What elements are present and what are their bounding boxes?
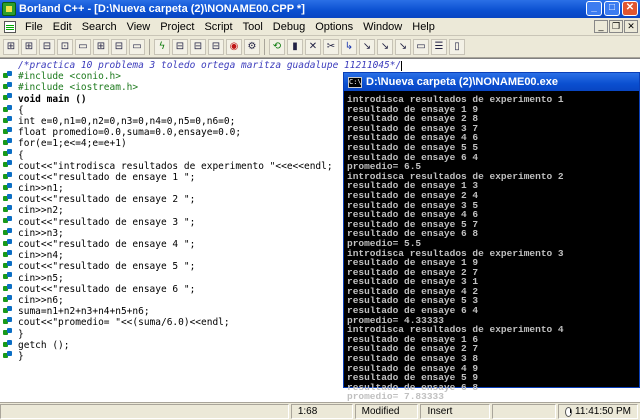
step-over-icon[interactable]: ↘ (359, 38, 375, 55)
console-lines: introdisca resultados de experimento 1 re… (347, 95, 639, 402)
bp-marker-icon (3, 295, 13, 304)
stop-icon[interactable]: ◉ (226, 38, 242, 55)
toolbar: ⊞ ⊞ ⊟ ⊡ ▭ ⊞ ⊟ ▭ ϟ ⊟ ⊟ ⊟ ◉ ⚙ ⟲ ▮ ✕ ✂ ↳ ↘ … (0, 36, 640, 58)
evaluate-icon[interactable]: ↘ (395, 38, 411, 55)
paste-icon[interactable]: ▭ (129, 38, 145, 55)
menu-edit[interactable]: Edit (48, 21, 77, 33)
undo-icon[interactable]: ⟲ (269, 38, 285, 55)
maximize-button[interactable]: □ (604, 1, 620, 16)
bp-marker-icon (3, 272, 13, 281)
console-icon[interactable]: C:\ (348, 76, 362, 88)
console-title-bar[interactable]: C:\ D:\Nueva carpeta (2)\NONAME00.exe (344, 73, 639, 91)
bp-marker-icon (3, 351, 13, 360)
menu-bar: File Edit Search View Project Script Too… (0, 18, 640, 36)
bp-marker-icon (3, 105, 13, 114)
bp-marker-icon (3, 116, 13, 125)
bp-marker-icon (3, 228, 13, 237)
toolbar-separator (264, 38, 265, 55)
code-line-text: /*practica 10 problema 3 toledo ortega m… (18, 60, 402, 71)
bp-marker-icon (3, 250, 13, 259)
step-icon[interactable]: ▮ (287, 38, 303, 55)
document-icon[interactable] (4, 20, 16, 33)
bp-marker-icon (3, 149, 13, 158)
bp-marker-icon (3, 160, 13, 169)
window-controls: _ □ ✕ (586, 1, 638, 16)
text-caret (401, 60, 403, 71)
clock-icon (565, 406, 573, 417)
bp-marker-icon (3, 328, 13, 337)
menu-window[interactable]: Window (358, 21, 407, 33)
trace-icon[interactable]: ✂ (323, 38, 339, 55)
print-icon[interactable]: ▭ (75, 38, 91, 55)
menu-options[interactable]: Options (310, 21, 358, 33)
cursor-position: 1:68 (290, 404, 353, 419)
breakpoint-icon[interactable]: ✕ (305, 38, 321, 55)
menu-project[interactable]: Project (155, 21, 199, 33)
bp-marker-icon (3, 127, 13, 136)
mdi-controls: _ ❐ ✕ (594, 20, 638, 33)
editor-gutter (0, 59, 16, 402)
minimize-button[interactable]: _ (586, 1, 602, 16)
bp-marker-icon (3, 183, 13, 192)
bp-marker-icon (3, 216, 13, 225)
menu-script[interactable]: Script (199, 21, 237, 33)
menu-tool[interactable]: Tool (238, 21, 268, 33)
menu-view[interactable]: View (122, 21, 156, 33)
menu-file[interactable]: File (20, 21, 48, 33)
clock-time: 11:41:50 PM (575, 405, 631, 417)
bp-marker-icon (3, 306, 13, 315)
bp-marker-icon (3, 194, 13, 203)
copy-icon[interactable]: ⊟ (111, 38, 127, 55)
bp-marker-icon (3, 71, 13, 80)
title-bar: Borland C++ - [D:\Nueva carpeta (2)\NONA… (0, 0, 640, 18)
console-line: promedio= 7.83333 (347, 391, 444, 403)
bp-marker-icon (3, 138, 13, 147)
console-output[interactable]: introdisca resultados de experimento 1 re… (344, 91, 639, 402)
bp-marker-icon (3, 340, 13, 349)
open-file-icon[interactable]: ⊞ (21, 38, 37, 55)
mdi-close-button[interactable]: ✕ (624, 20, 638, 33)
console-window[interactable]: C:\ D:\Nueva carpeta (2)\NONAME00.exe in… (343, 72, 640, 402)
toolbar-separator (149, 38, 150, 55)
bp-marker-icon (3, 205, 13, 214)
mdi-minimize-button[interactable]: _ (594, 20, 608, 33)
watch-icon[interactable]: ▭ (413, 38, 429, 55)
run-to-cursor-icon[interactable]: ↘ (377, 38, 393, 55)
modified-indicator: Modified (354, 404, 419, 419)
status-message (0, 404, 289, 419)
save-all-icon[interactable]: ⊡ (57, 38, 73, 55)
compile-icon[interactable]: ϟ (154, 38, 170, 55)
clock: 11:41:50 PM (558, 404, 638, 419)
cut-icon[interactable]: ⊞ (93, 38, 109, 55)
status-blank (492, 404, 556, 419)
build-icon[interactable]: ⊟ (190, 38, 206, 55)
make-icon[interactable]: ⊟ (172, 38, 188, 55)
console-title: D:\Nueva carpeta (2)\NONAME00.exe (366, 76, 558, 88)
settings-icon[interactable]: ⚙ (244, 38, 260, 55)
mdi-restore-button[interactable]: ❐ (609, 20, 623, 33)
bp-marker-icon (3, 317, 13, 326)
menu-search[interactable]: Search (77, 21, 122, 33)
code-line: /*practica 10 problema 3 toledo ortega m… (18, 60, 638, 71)
bp-marker-icon (3, 93, 13, 102)
bp-marker-icon (3, 261, 13, 270)
bp-marker-icon (3, 284, 13, 293)
insert-mode-indicator: Insert (420, 404, 491, 419)
inspect-icon[interactable]: ☰ (431, 38, 447, 55)
window-title: Borland C++ - [D:\Nueva carpeta (2)\NONA… (19, 3, 305, 15)
help-icon[interactable]: ▯ (449, 38, 465, 55)
bp-marker-icon (3, 172, 13, 181)
close-button[interactable]: ✕ (622, 1, 638, 16)
build-all-icon[interactable]: ⊟ (208, 38, 224, 55)
borland-app-icon[interactable] (2, 2, 16, 16)
bp-marker-icon (3, 82, 13, 91)
step-into-icon[interactable]: ↳ (341, 38, 357, 55)
save-file-icon[interactable]: ⊟ (39, 38, 55, 55)
bp-marker-icon (3, 239, 13, 248)
new-file-icon[interactable]: ⊞ (3, 38, 19, 55)
status-bar: 1:68 Modified Insert 11:41:50 PM (0, 402, 640, 420)
menu-debug[interactable]: Debug (268, 21, 310, 33)
menu-help[interactable]: Help (407, 21, 440, 33)
